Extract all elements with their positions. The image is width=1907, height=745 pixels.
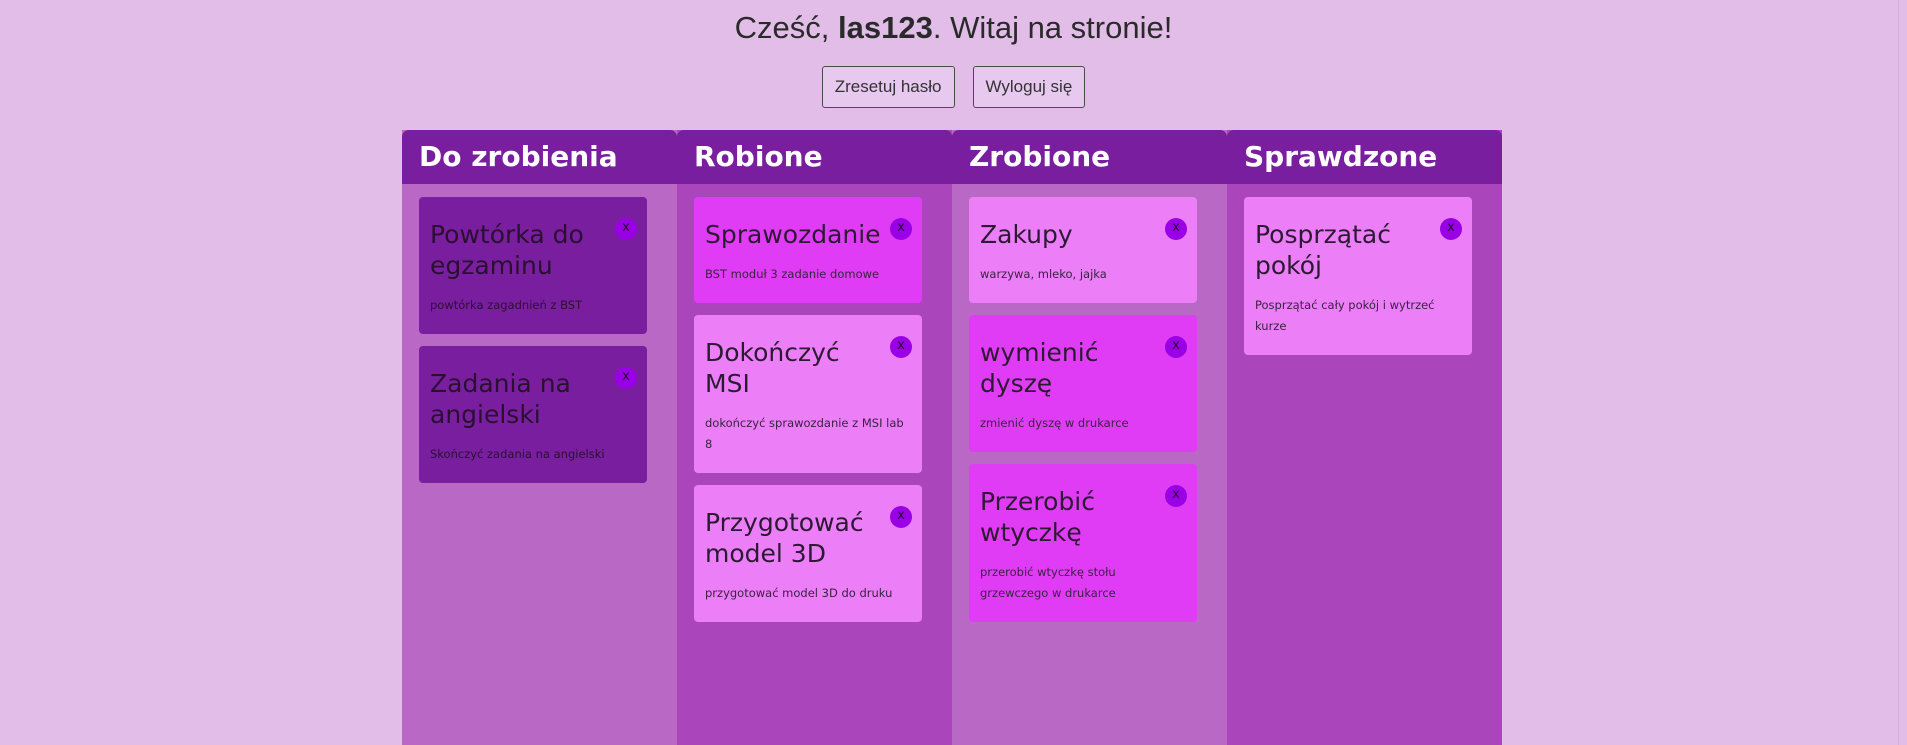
card-description: warzywa, mleko, jajka bbox=[980, 267, 1107, 281]
card-title: Przygotować model 3D bbox=[705, 508, 864, 568]
task-card[interactable]: Powtórka do egzaminu powtórka zagadnień … bbox=[419, 197, 647, 334]
card-description: BST moduł 3 zadanie domowe bbox=[705, 267, 880, 281]
column-title: Do zrobienia bbox=[402, 130, 677, 184]
delete-card-button[interactable]: x bbox=[1440, 218, 1462, 240]
delete-card-button[interactable]: x bbox=[1165, 485, 1187, 507]
page-scrollbar[interactable] bbox=[1898, 0, 1907, 745]
greeting-prefix: Cześć, bbox=[734, 10, 839, 45]
card-description: przygotować model 3D do druku bbox=[705, 586, 893, 600]
task-card[interactable]: Dokończyć MSI dokończyć sprawozdanie z M… bbox=[694, 315, 922, 473]
card-description: zmienić dyszę w drukarce bbox=[980, 416, 1129, 430]
card-title: Zakupy bbox=[980, 220, 1073, 249]
card-title: wymienić dyszę bbox=[980, 338, 1099, 398]
task-card[interactable]: wymienić dyszę zmienić dyszę w drukarce … bbox=[969, 315, 1197, 452]
card-title: Zadania na angielski bbox=[430, 369, 571, 429]
delete-card-button[interactable]: x bbox=[890, 336, 912, 358]
logout-button[interactable]: Wyloguj się bbox=[972, 66, 1086, 108]
page-header: Cześć, las123. Witaj na stronie! Zresetu… bbox=[0, 0, 1907, 108]
task-card[interactable]: Przygotować model 3D przygotować model 3… bbox=[694, 485, 922, 622]
column-title: Zrobione bbox=[952, 130, 1227, 184]
greeting-heading: Cześć, las123. Witaj na stronie! bbox=[0, 0, 1907, 50]
card-title: Posprzątać pokój bbox=[1255, 220, 1391, 280]
delete-card-button[interactable]: x bbox=[1165, 336, 1187, 358]
task-card[interactable]: Zadania na angielski Skończyć zadania na… bbox=[419, 346, 647, 483]
card-title: Przerobić wtyczkę bbox=[980, 487, 1096, 547]
card-description: Posprzątać cały pokój i wytrzeć kurze bbox=[1255, 298, 1435, 333]
account-buttons: Zresetuj hasło Wyloguj się bbox=[0, 66, 1907, 108]
delete-card-button[interactable]: x bbox=[615, 218, 637, 240]
card-description: Skończyć zadania na angielski bbox=[430, 447, 605, 461]
column-verified: Sprawdzone Posprzątać pokój Posprzątać c… bbox=[1227, 130, 1502, 745]
task-card[interactable]: Sprawozdanie BST moduł 3 zadanie domowe … bbox=[694, 197, 922, 303]
task-card[interactable]: Przerobić wtyczkę przerobić wtyczkę stoł… bbox=[969, 464, 1197, 622]
card-description: powtórka zagadnień z BST bbox=[430, 298, 583, 312]
card-list: Powtórka do egzaminu powtórka zagadnień … bbox=[402, 184, 677, 483]
card-list: Posprzątać pokój Posprzątać cały pokój i… bbox=[1227, 184, 1502, 355]
card-list: Sprawozdanie BST moduł 3 zadanie domowe … bbox=[677, 184, 952, 622]
card-title: Powtórka do egzaminu bbox=[430, 220, 584, 280]
delete-card-button[interactable]: x bbox=[615, 367, 637, 389]
reset-password-button[interactable]: Zresetuj hasło bbox=[821, 66, 955, 108]
column-todo: Do zrobienia Powtórka do egzaminu powtór… bbox=[402, 130, 677, 745]
card-description: przerobić wtyczkę stołu grzewczego w dru… bbox=[980, 565, 1116, 600]
kanban-board: Do zrobienia Powtórka do egzaminu powtór… bbox=[402, 130, 1502, 745]
column-in-progress: Robione Sprawozdanie BST moduł 3 zadanie… bbox=[677, 130, 952, 745]
column-title: Robione bbox=[677, 130, 952, 184]
card-description: dokończyć sprawozdanie z MSI lab 8 bbox=[705, 416, 904, 451]
delete-card-button[interactable]: x bbox=[890, 506, 912, 528]
card-title: Sprawozdanie bbox=[705, 220, 881, 249]
delete-card-button[interactable]: x bbox=[890, 218, 912, 240]
column-done: Zrobione Zakupy warzywa, mleko, jajka x … bbox=[952, 130, 1227, 745]
greeting-suffix: . Witaj na stronie! bbox=[932, 10, 1173, 45]
card-list: Zakupy warzywa, mleko, jajka x wymienić … bbox=[952, 184, 1227, 622]
column-title: Sprawdzone bbox=[1227, 130, 1502, 184]
card-title: Dokończyć MSI bbox=[705, 338, 840, 398]
task-card[interactable]: Zakupy warzywa, mleko, jajka x bbox=[969, 197, 1197, 303]
task-card[interactable]: Posprzątać pokój Posprzątać cały pokój i… bbox=[1244, 197, 1472, 355]
delete-card-button[interactable]: x bbox=[1165, 218, 1187, 240]
username: las123 bbox=[838, 10, 933, 45]
